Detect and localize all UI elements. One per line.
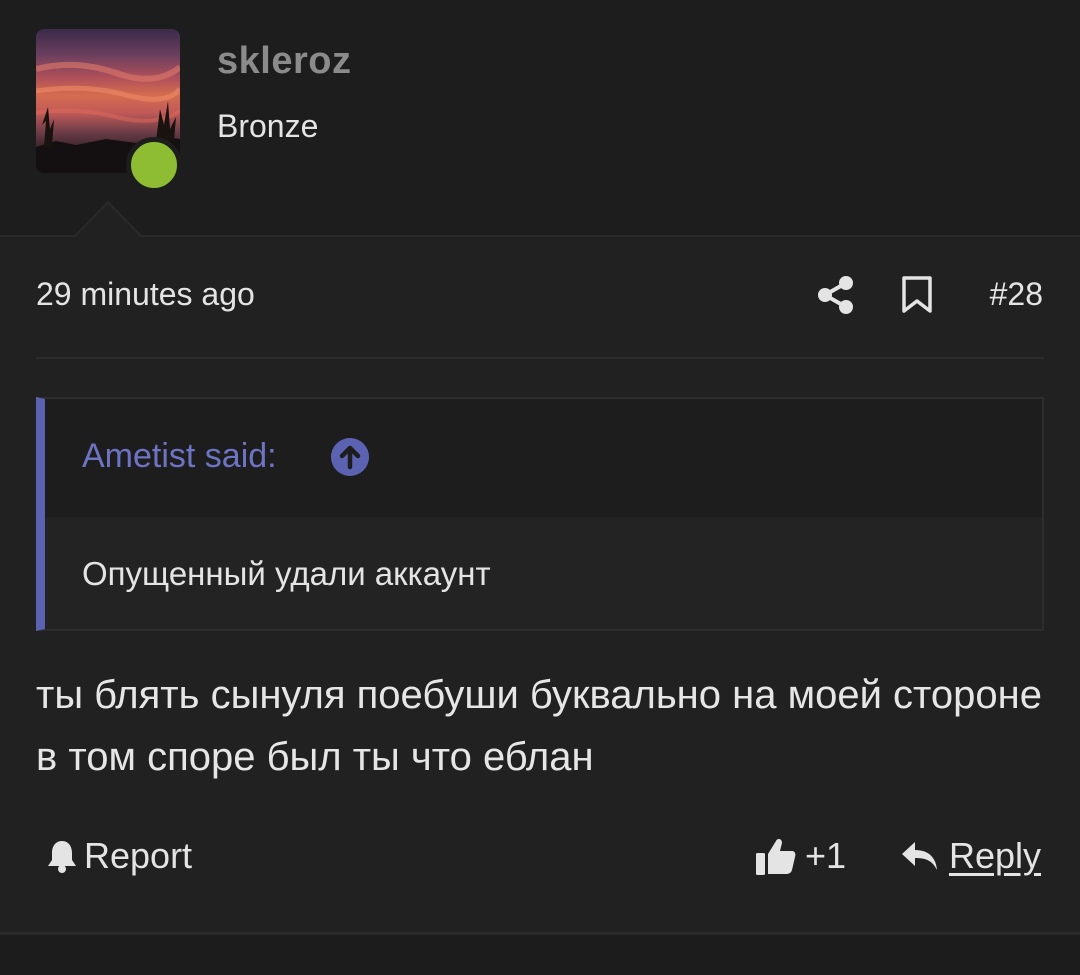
post-timestamp[interactable]: 29 minutes ago <box>36 276 255 313</box>
post-message: ты блять сынуля поебуши буквально на мое… <box>36 673 1042 779</box>
post-divider <box>36 357 1044 359</box>
like-count: +1 <box>805 835 847 876</box>
like-button[interactable]: +1 <box>755 834 846 878</box>
quote-header: Ametist said: <box>45 399 1042 517</box>
header-pointer <box>74 200 143 238</box>
next-post-edge <box>0 935 1080 975</box>
reply-arrow-icon <box>901 842 937 870</box>
reply-label: Reply <box>948 835 1041 876</box>
bell-icon <box>48 841 76 873</box>
reply-button[interactable]: Reply <box>901 834 1041 878</box>
quote-body: Опущенный удали аккаунт <box>45 517 1042 629</box>
jump-to-quote-icon[interactable] <box>331 438 369 476</box>
bookmark-icon[interactable] <box>901 276 933 314</box>
share-icon[interactable] <box>816 275 856 315</box>
post-user-header: skleroz Bronze <box>0 0 1080 238</box>
quote-block: Ametist said: Опущенный удали аккаунт <box>36 397 1044 631</box>
user-rank: Bronze <box>217 108 319 144</box>
post-number[interactable]: #28 <box>990 276 1043 313</box>
quote-text: Опущенный удали аккаунт <box>82 555 491 592</box>
online-status-indicator <box>126 137 182 193</box>
username[interactable]: skleroz <box>217 40 351 83</box>
quote-author[interactable]: Ametist said: <box>82 437 277 476</box>
report-button[interactable]: Report <box>46 834 192 878</box>
report-label: Report <box>84 835 193 876</box>
thumbs-up-icon <box>756 838 796 875</box>
